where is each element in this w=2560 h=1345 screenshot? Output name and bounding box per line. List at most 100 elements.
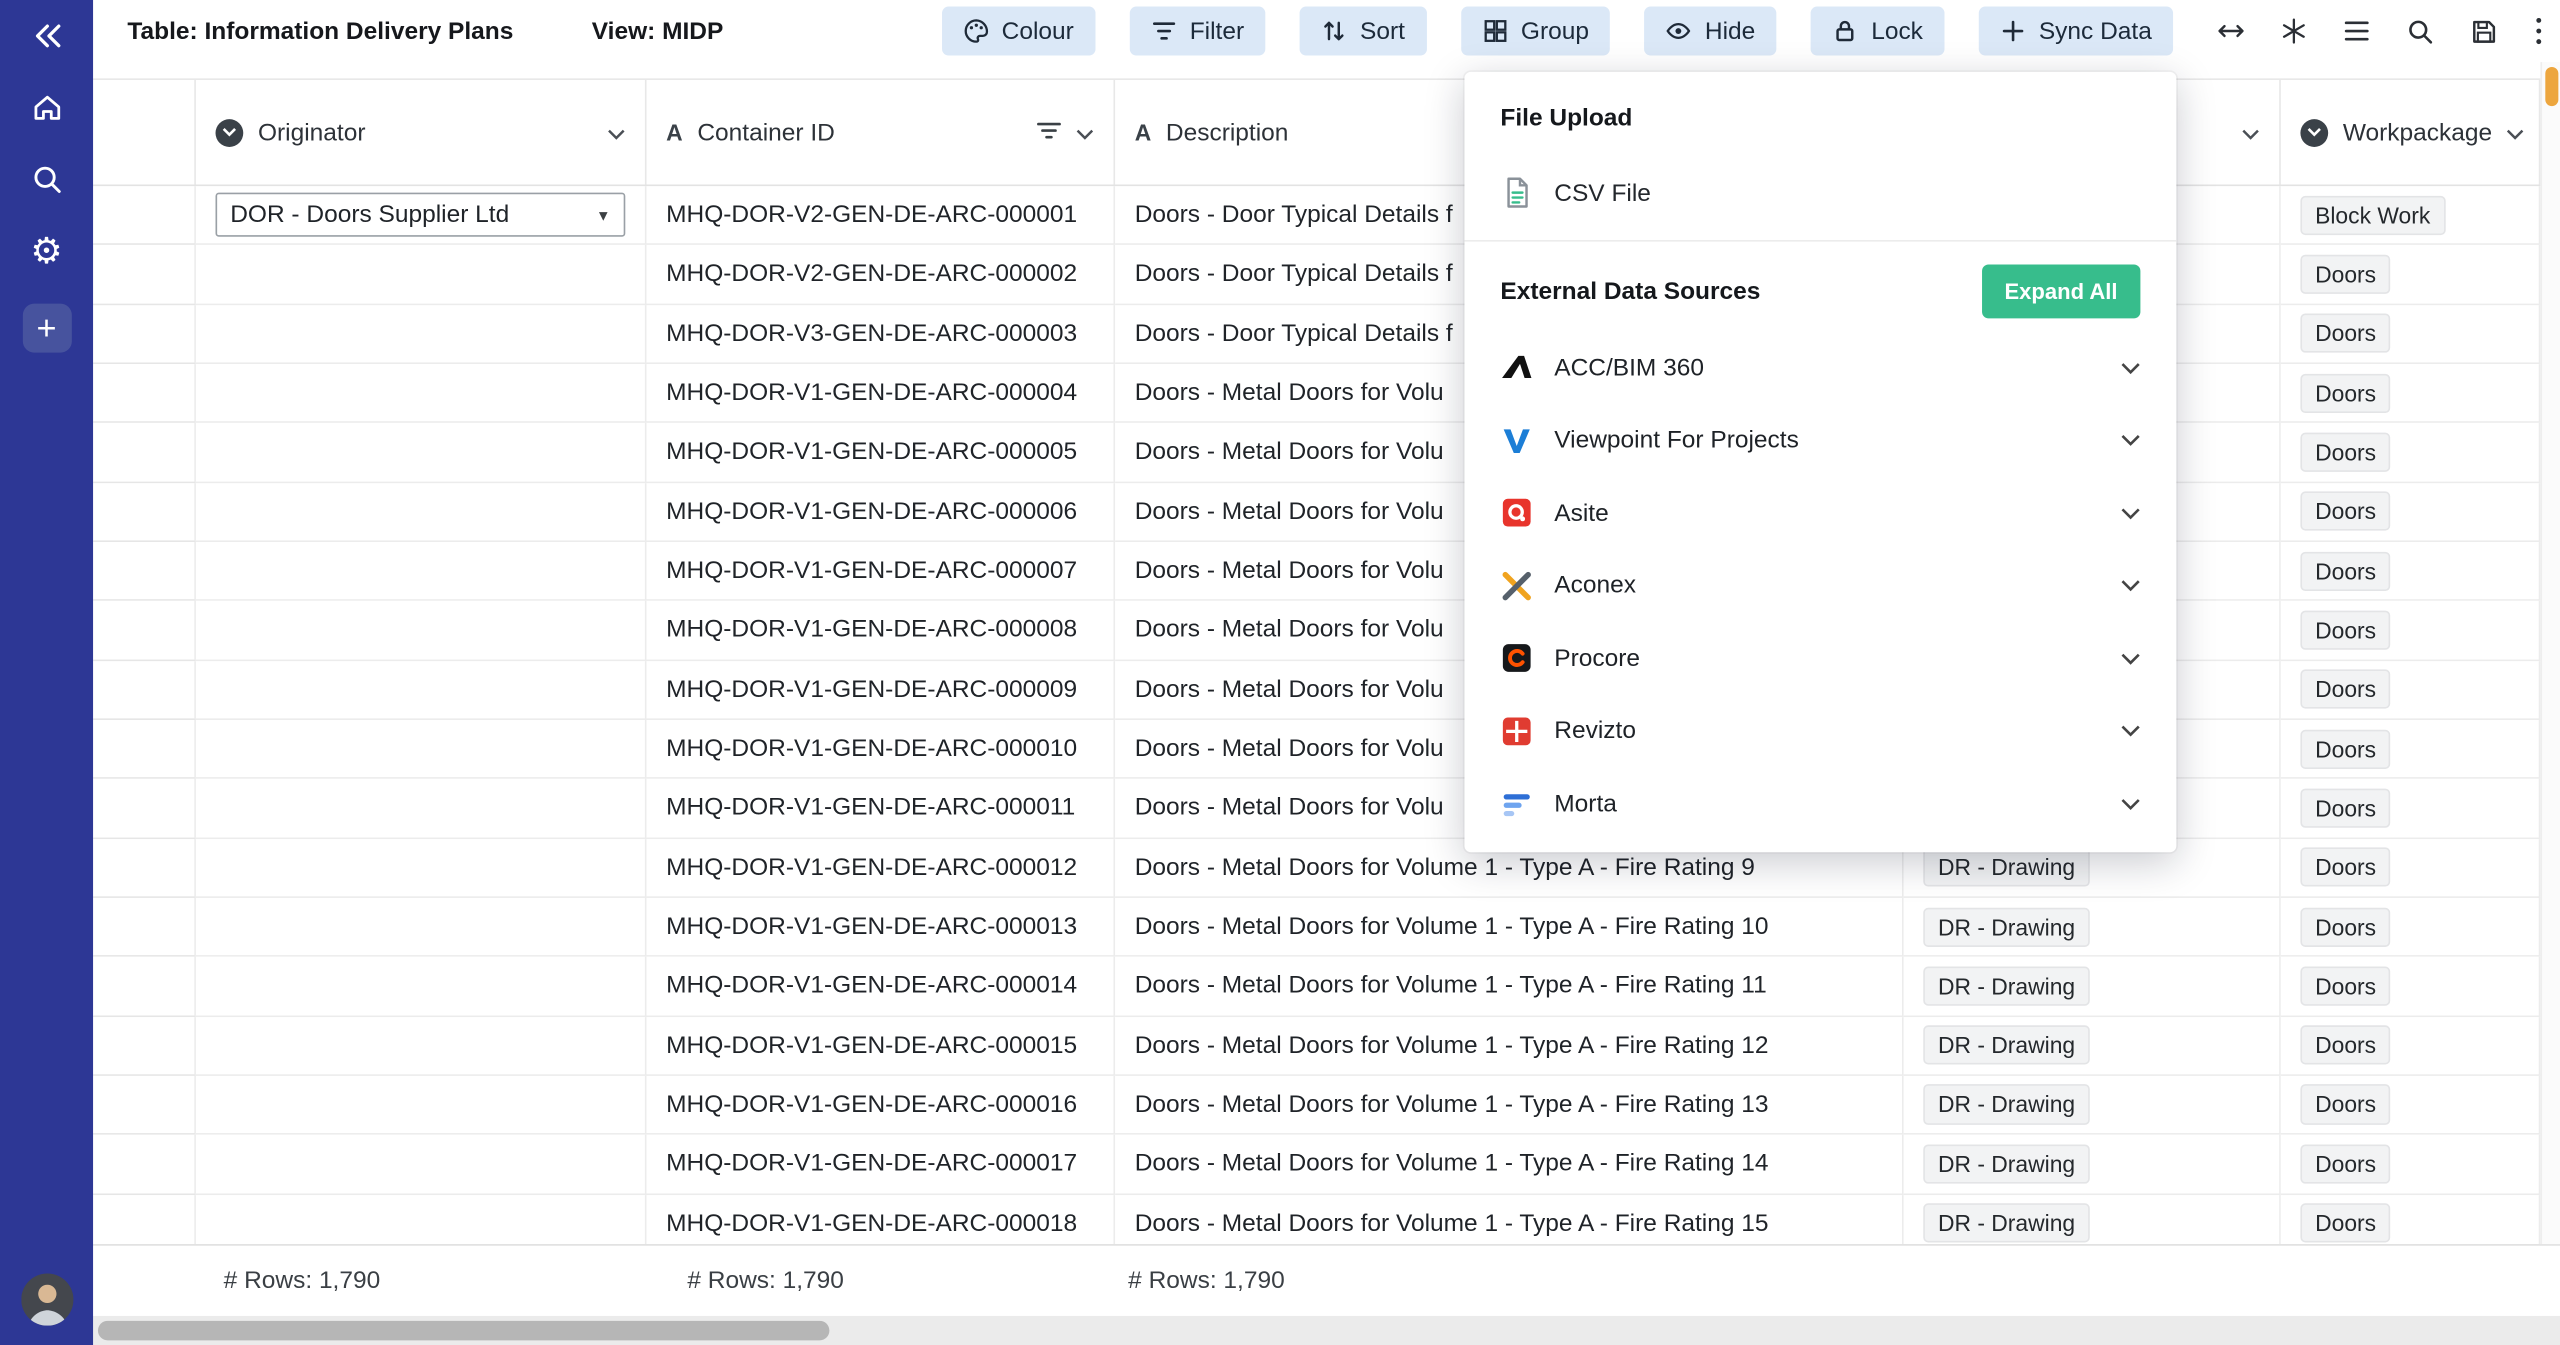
cell-workpackage[interactable]: Doors bbox=[2281, 779, 2541, 838]
cell-workpackage[interactable]: Doors bbox=[2281, 661, 2541, 720]
source-morta[interactable]: Morta bbox=[1464, 767, 2176, 840]
cell-originator[interactable] bbox=[196, 1076, 647, 1135]
horizontal-scrollbar[interactable] bbox=[93, 1316, 2560, 1345]
row-gutter-cell[interactable] bbox=[93, 1135, 196, 1194]
cell-container-id[interactable]: MHQ-DOR-V1-GEN-DE-ARC-000016 bbox=[647, 1076, 1116, 1135]
cell-originator[interactable] bbox=[196, 483, 647, 542]
row-gutter-cell[interactable] bbox=[93, 957, 196, 1016]
cell-doc-type[interactable]: DR - Drawing bbox=[1904, 1194, 2281, 1244]
chevron-down-icon[interactable] bbox=[2121, 427, 2141, 455]
add-table-button[interactable]: + bbox=[22, 304, 71, 353]
column-width-icon[interactable] bbox=[2217, 18, 2245, 44]
row-gutter-cell[interactable] bbox=[93, 1016, 196, 1075]
row-gutter-cell[interactable] bbox=[93, 305, 196, 364]
cell-doc-type[interactable]: DR - Drawing bbox=[1904, 898, 2281, 957]
cell-workpackage[interactable]: Doors bbox=[2281, 1135, 2541, 1194]
kebab-menu-icon[interactable] bbox=[2534, 16, 2544, 45]
row-gutter-cell[interactable] bbox=[93, 542, 196, 601]
cell-workpackage[interactable]: Doors bbox=[2281, 305, 2541, 364]
cell-workpackage[interactable]: Doors bbox=[2281, 898, 2541, 957]
cell-workpackage[interactable]: Doors bbox=[2281, 245, 2541, 304]
cell-workpackage[interactable]: Doors bbox=[2281, 542, 2541, 601]
source-revizto[interactable]: Revizto bbox=[1464, 695, 2176, 768]
chevron-down-icon[interactable] bbox=[2121, 354, 2141, 382]
sort-button[interactable]: Sort bbox=[1300, 7, 1427, 56]
horizontal-scrollbar-thumb[interactable] bbox=[98, 1321, 829, 1341]
row-gutter-cell[interactable] bbox=[93, 364, 196, 423]
group-button[interactable]: Group bbox=[1460, 7, 1610, 56]
search-icon[interactable] bbox=[17, 150, 76, 209]
vertical-scrollbar[interactable] bbox=[2540, 62, 2560, 1244]
vertical-scrollbar-thumb[interactable] bbox=[2545, 67, 2558, 106]
cell-workpackage[interactable]: Doors bbox=[2281, 839, 2541, 898]
cell-originator[interactable] bbox=[196, 305, 647, 364]
rows-count-originator[interactable]: # Rows: 1,790 bbox=[224, 1267, 381, 1295]
cell-originator[interactable] bbox=[196, 1135, 647, 1194]
cell-doc-type[interactable]: DR - Drawing bbox=[1904, 957, 2281, 1016]
cell-container-id[interactable]: MHQ-DOR-V2-GEN-DE-ARC-000002 bbox=[647, 245, 1116, 304]
row-gutter-cell[interactable] bbox=[93, 423, 196, 482]
cell-workpackage[interactable]: Doors bbox=[2281, 601, 2541, 660]
chevron-down-icon[interactable] bbox=[2121, 717, 2141, 745]
row-gutter-cell[interactable] bbox=[93, 839, 196, 898]
cell-workpackage[interactable]: Doors bbox=[2281, 720, 2541, 779]
cell-originator[interactable] bbox=[196, 661, 647, 720]
cell-container-id[interactable]: MHQ-DOR-V1-GEN-DE-ARC-000013 bbox=[647, 898, 1116, 957]
cell-container-id[interactable]: MHQ-DOR-V1-GEN-DE-ARC-000007 bbox=[647, 542, 1116, 601]
cell-originator[interactable] bbox=[196, 720, 647, 779]
cell-workpackage[interactable]: Doors bbox=[2281, 1076, 2541, 1135]
cell-workpackage[interactable]: Doors bbox=[2281, 1016, 2541, 1075]
cell-container-id[interactable]: MHQ-DOR-V1-GEN-DE-ARC-000006 bbox=[647, 483, 1116, 542]
cell-description[interactable]: Doors - Metal Doors for Volume 1 - Type … bbox=[1115, 1076, 1904, 1135]
cell-description[interactable]: Doors - Metal Doors for Volume 1 - Type … bbox=[1115, 957, 1904, 1016]
cell-originator[interactable] bbox=[196, 542, 647, 601]
row-gutter-cell[interactable] bbox=[93, 186, 196, 245]
row-gutter-cell[interactable] bbox=[93, 1076, 196, 1135]
source-acc-bim360[interactable]: ACC/BIM 360 bbox=[1464, 331, 2176, 404]
csv-file-item[interactable]: CSV File bbox=[1464, 155, 2176, 230]
column-header-originator[interactable]: Originator bbox=[196, 80, 647, 184]
cell-description[interactable]: Doors - Metal Doors for Volume 1 - Type … bbox=[1115, 1135, 1904, 1194]
column-header-workpackage[interactable]: Workpackage bbox=[2281, 80, 2541, 184]
source-viewpoint[interactable]: Viewpoint For Projects bbox=[1464, 404, 2176, 477]
row-gutter-cell[interactable] bbox=[93, 245, 196, 304]
cell-container-id[interactable]: MHQ-DOR-V1-GEN-DE-ARC-000011 bbox=[647, 779, 1116, 838]
row-gutter-cell[interactable] bbox=[93, 779, 196, 838]
cell-workpackage[interactable]: Doors bbox=[2281, 483, 2541, 542]
home-icon[interactable] bbox=[17, 78, 76, 137]
save-icon[interactable] bbox=[2470, 17, 2498, 45]
cell-container-id[interactable]: MHQ-DOR-V1-GEN-DE-ARC-000008 bbox=[647, 601, 1116, 660]
cell-container-id[interactable]: MHQ-DOR-V2-GEN-DE-ARC-000001 bbox=[647, 186, 1116, 245]
cell-doc-type[interactable]: DR - Drawing bbox=[1904, 1135, 2281, 1194]
row-gutter-cell[interactable] bbox=[93, 483, 196, 542]
row-gutter-cell[interactable] bbox=[93, 1194, 196, 1244]
chevron-down-icon[interactable] bbox=[2121, 644, 2141, 672]
snowflake-icon[interactable] bbox=[2281, 18, 2307, 44]
cell-originator[interactable] bbox=[196, 957, 647, 1016]
chevron-down-icon[interactable] bbox=[2242, 118, 2260, 146]
cell-originator[interactable] bbox=[196, 1194, 647, 1244]
avatar[interactable] bbox=[20, 1273, 72, 1325]
cell-workpackage[interactable]: Doors bbox=[2281, 364, 2541, 423]
cell-doc-type[interactable]: DR - Drawing bbox=[1904, 1076, 2281, 1135]
cell-originator[interactable] bbox=[196, 601, 647, 660]
rows-count-container-id[interactable]: # Rows: 1,790 bbox=[687, 1267, 844, 1295]
source-asite[interactable]: Asite bbox=[1464, 477, 2176, 550]
cell-originator[interactable] bbox=[196, 364, 647, 423]
row-gutter-cell[interactable] bbox=[93, 898, 196, 957]
column-header-container-id[interactable]: A Container ID bbox=[647, 80, 1116, 184]
cell-doc-type[interactable]: DR - Drawing bbox=[1904, 1016, 2281, 1075]
chevron-down-icon[interactable] bbox=[2121, 790, 2141, 818]
chevron-down-icon[interactable] bbox=[2507, 118, 2525, 146]
rows-count-description[interactable]: # Rows: 1,790 bbox=[1128, 1267, 1285, 1295]
chevron-down-icon[interactable] bbox=[1076, 118, 1094, 146]
row-list-icon[interactable] bbox=[2343, 18, 2371, 44]
cell-container-id[interactable]: MHQ-DOR-V1-GEN-DE-ARC-000014 bbox=[647, 957, 1116, 1016]
cell-originator[interactable] bbox=[196, 245, 647, 304]
lock-button[interactable]: Lock bbox=[1811, 7, 1944, 56]
cell-originator[interactable] bbox=[196, 423, 647, 482]
chevron-down-icon[interactable] bbox=[2121, 499, 2141, 527]
cell-container-id[interactable]: MHQ-DOR-V1-GEN-DE-ARC-000012 bbox=[647, 839, 1116, 898]
cell-workpackage[interactable]: Block Work bbox=[2281, 186, 2541, 245]
gear-icon[interactable]: ⚙ bbox=[17, 222, 76, 281]
